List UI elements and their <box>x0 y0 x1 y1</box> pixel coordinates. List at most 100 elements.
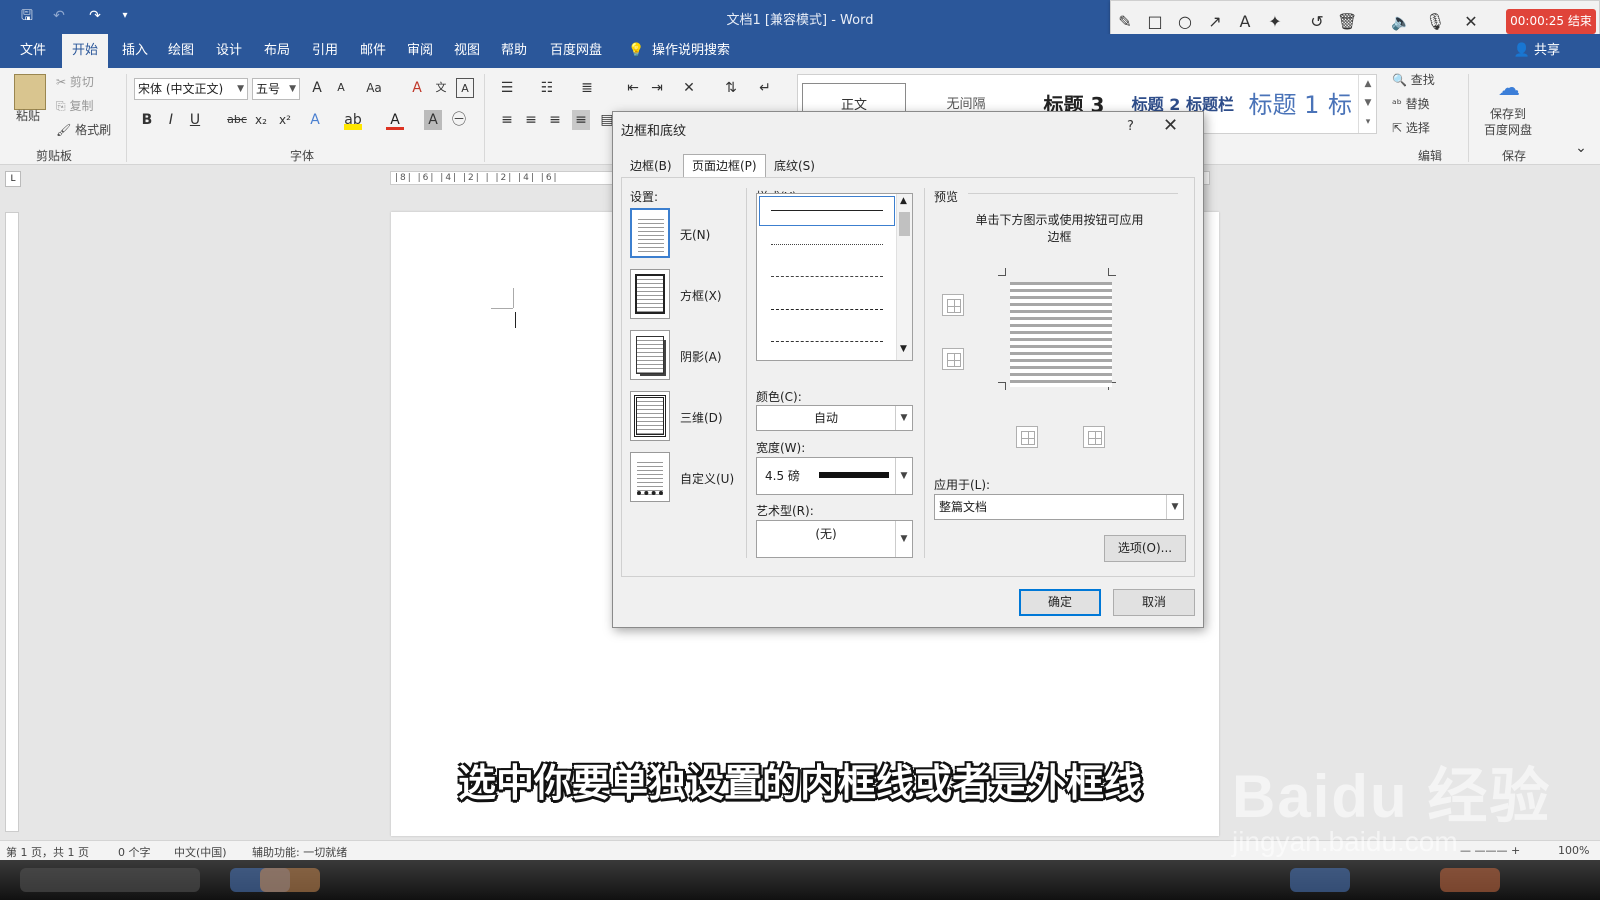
word-count[interactable]: 0 个字 <box>118 844 151 860</box>
font-size-combo[interactable]: 五号 ▼ <box>252 78 300 100</box>
align-center-icon[interactable]: ≡ <box>522 110 540 130</box>
tab-view[interactable]: 视图 <box>452 34 482 68</box>
highlight-icon[interactable]: ab <box>344 110 362 130</box>
tab-home[interactable]: 开始 <box>62 34 109 68</box>
magic-wand-icon[interactable]: ✦ <box>1265 12 1285 32</box>
find-button[interactable]: 🔍 查找 <box>1392 70 1435 90</box>
close-icon[interactable]: ✕ <box>1461 12 1481 32</box>
setting-box-icon[interactable] <box>630 269 670 319</box>
subscript-icon[interactable]: x₂ <box>252 110 270 130</box>
increase-indent-icon[interactable]: ⇥ <box>648 78 666 98</box>
color-dropdown[interactable]: 自动 ▼ <box>756 405 913 431</box>
setting-custom-label[interactable]: 自定义(U) <box>680 470 734 487</box>
apply-to-dropdown[interactable]: 整篇文档 ▼ <box>934 494 1184 520</box>
rectangle-icon[interactable]: □ <box>1145 12 1165 32</box>
bullets-icon[interactable]: ☰ <box>498 78 516 98</box>
tell-me-search[interactable]: 操作说明搜索 <box>650 34 732 68</box>
style-list-scrollbar[interactable]: ▲ ▼ <box>896 194 912 360</box>
tab-selector[interactable]: L <box>5 171 21 187</box>
font-name-combo[interactable]: 宋体 (中文正文) ▼ <box>134 78 248 100</box>
select-button[interactable]: ⇱ 选择 <box>1392 118 1430 138</box>
tab-references[interactable]: 引用 <box>310 34 340 68</box>
style-dotted[interactable] <box>771 244 883 245</box>
close-icon[interactable]: ✕ <box>1163 115 1178 136</box>
tab-review[interactable]: 审阅 <box>405 34 435 68</box>
undo-annotation-icon[interactable]: ↺ <box>1307 12 1327 32</box>
superscript-icon[interactable]: x² <box>276 110 294 130</box>
text-icon[interactable]: A <box>1235 12 1255 32</box>
language[interactable]: 中文(中国) <box>174 844 227 860</box>
setting-shadow-icon[interactable] <box>630 330 670 380</box>
tab-draw[interactable]: 绘图 <box>166 34 196 68</box>
share-button[interactable]: 👤 共享 <box>1514 34 1560 68</box>
help-icon[interactable]: ? <box>1127 119 1134 134</box>
arrow-icon[interactable]: ↗ <box>1205 12 1225 32</box>
bold-icon[interactable]: B <box>138 110 156 130</box>
style-heading-1[interactable]: 标题 1 <box>1242 83 1326 127</box>
styles-scroll[interactable]: ▲ ▼ ▾ <box>1358 75 1377 133</box>
taskbar-item[interactable] <box>1440 868 1500 892</box>
tab-shading[interactable]: 底纹(S) <box>765 154 824 178</box>
style-solid[interactable] <box>771 210 883 211</box>
speaker-icon[interactable]: 🔈 <box>1391 12 1411 32</box>
tab-design[interactable]: 设计 <box>214 34 244 68</box>
sort-icon[interactable]: ⇅ <box>722 78 740 98</box>
shrink-font-icon[interactable]: A <box>332 78 350 98</box>
italic-icon[interactable]: I <box>162 110 180 130</box>
options-button[interactable]: 选项(O)... <box>1104 535 1186 562</box>
border-style-list[interactable]: ▲ ▼ <box>756 193 913 361</box>
setting-3d-icon[interactable] <box>630 391 670 441</box>
art-dropdown[interactable]: (无) ▼ <box>756 520 913 558</box>
setting-none-icon[interactable] <box>630 208 670 258</box>
vertical-ruler[interactable] <box>5 212 19 832</box>
tab-layout[interactable]: 布局 <box>262 34 292 68</box>
style-dash-dot[interactable] <box>771 341 883 342</box>
cancel-button[interactable]: 取消 <box>1113 589 1195 616</box>
style-dashed[interactable] <box>771 309 883 310</box>
phonetic-guide-icon[interactable]: 文 <box>432 78 450 98</box>
copy-button[interactable]: ⎘ 复制 <box>56 96 93 116</box>
multilevel-list-icon[interactable]: ≣ <box>578 78 596 98</box>
underline-icon[interactable]: U <box>186 110 204 130</box>
grow-font-icon[interactable]: A <box>308 78 326 98</box>
zoom-slider[interactable]: — ——— + <box>1460 844 1520 857</box>
style-overflow[interactable]: 标 <box>1326 83 1354 127</box>
change-case-icon[interactable]: Aa <box>360 78 388 98</box>
save-to-netdisk-button[interactable]: 保存到 百度网盘 <box>1484 106 1532 138</box>
taskbar-item[interactable] <box>1290 868 1350 892</box>
bottom-border-button[interactable] <box>942 348 964 370</box>
taskbar-item[interactable] <box>20 868 200 892</box>
left-border-button[interactable] <box>1016 426 1038 448</box>
align-right-icon[interactable]: ≡ <box>546 110 564 130</box>
clear-formatting-icon[interactable]: A <box>408 78 426 98</box>
font-color-icon[interactable]: A <box>386 110 404 130</box>
preview-page[interactable] <box>1010 282 1112 387</box>
stop-recording-button[interactable]: 00:00:25 结束 <box>1506 9 1596 34</box>
setting-3d-label[interactable]: 三维(D) <box>680 409 723 426</box>
tab-file[interactable]: 文件 <box>18 34 48 68</box>
baidu-cloud-icon[interactable]: ☁ <box>1498 76 1520 101</box>
show-marks-icon[interactable]: ↵ <box>756 78 774 98</box>
collapse-ribbon-icon[interactable]: ⌄ <box>1572 138 1590 158</box>
chinese-layout-icon[interactable]: ✕ <box>680 78 698 98</box>
tab-help[interactable]: 帮助 <box>499 34 529 68</box>
decrease-indent-icon[interactable]: ⇤ <box>624 78 642 98</box>
zoom-level[interactable]: 100% <box>1558 844 1589 857</box>
cut-button[interactable]: ✂ 剪切 <box>56 72 94 92</box>
pen-icon[interactable]: ✎ <box>1115 12 1135 32</box>
scroll-down-icon[interactable]: ▼ <box>900 344 907 354</box>
setting-none-label[interactable]: 无(N) <box>680 226 710 243</box>
top-border-button[interactable] <box>942 294 964 316</box>
accessibility-status[interactable]: 辅助功能: 一切就绪 <box>252 844 347 860</box>
setting-box-label[interactable]: 方框(X) <box>680 287 722 304</box>
numbering-icon[interactable]: ☷ <box>538 78 556 98</box>
tab-insert[interactable]: 插入 <box>120 34 150 68</box>
replace-button[interactable]: ᵃᵇ 替换 <box>1392 94 1430 114</box>
scroll-thumb[interactable] <box>899 212 910 236</box>
format-painter-button[interactable]: 🖌 格式刷 <box>56 120 111 140</box>
taskbar-item[interactable] <box>260 868 320 892</box>
clipboard-paste-icon[interactable] <box>14 74 46 110</box>
right-border-button[interactable] <box>1083 426 1105 448</box>
circle-icon[interactable]: ○ <box>1175 12 1195 32</box>
enclose-characters-icon[interactable]: ㊀ <box>450 110 468 130</box>
